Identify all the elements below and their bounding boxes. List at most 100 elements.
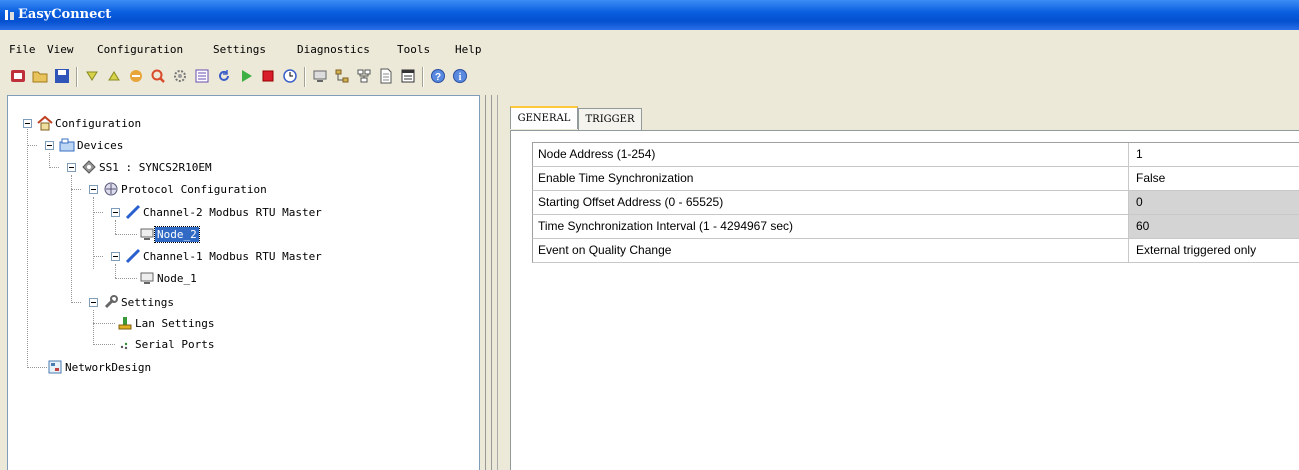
channel-icon <box>125 248 141 264</box>
property-value-cell[interactable]: 1 <box>1128 143 1299 166</box>
menu-view[interactable]: View <box>47 43 74 56</box>
collapse-toggle-channel2[interactable] <box>111 208 120 217</box>
help-icon[interactable]: ? <box>429 67 447 85</box>
search-icon[interactable] <box>149 67 167 85</box>
tree-label: Lan Settings <box>135 316 215 330</box>
pane-splitter[interactable] <box>485 95 492 470</box>
wrench-icon <box>104 295 118 309</box>
tree-connector <box>93 256 103 257</box>
refresh-icon[interactable] <box>215 67 233 85</box>
property-row: Starting Offset Address (0 - 65525) 0 <box>532 191 1299 215</box>
menu-file[interactable]: File <box>9 43 36 56</box>
property-name: Time Synchronization Interval (1 - 42949… <box>538 219 794 233</box>
tree-item-protocol-configuration[interactable]: Protocol Configuration <box>103 180 269 198</box>
tab-trigger[interactable]: TRIGGER <box>578 108 642 130</box>
monitor-icon[interactable] <box>311 67 329 85</box>
tree-connector <box>93 212 103 213</box>
property-value-cell[interactable]: False <box>1128 167 1299 190</box>
collapse-toggle-channel1[interactable] <box>111 252 120 261</box>
download-icon[interactable] <box>83 67 101 85</box>
property-value-cell[interactable]: 60 <box>1128 215 1299 238</box>
settings-gear-icon[interactable] <box>171 67 189 85</box>
tree-label: Devices <box>77 138 124 152</box>
tree-label: Node_2 <box>154 225 200 243</box>
property-row: Node Address (1-254) 1 <box>532 143 1299 167</box>
tree-item-lan-settings[interactable]: Lan Settings <box>117 314 216 332</box>
node-icon <box>140 272 154 284</box>
tree-label: Channel-1 Modbus RTU Master <box>143 249 322 263</box>
menu-diagnostics[interactable]: Diagnostics <box>297 43 370 56</box>
property-value-cell[interactable]: External triggered only <box>1128 239 1299 262</box>
menu-configuration[interactable]: Configuration <box>97 43 183 56</box>
protocol-icon <box>104 182 118 196</box>
property-value-cell[interactable]: 0 <box>1128 191 1299 214</box>
tree-item-channel-1[interactable]: Channel-1 Modbus RTU Master <box>125 247 324 265</box>
tree-item-device-ss1[interactable]: SS1 : SYNCS2R10EM <box>81 158 214 176</box>
property-name: Event on Quality Change <box>538 243 672 257</box>
menu-settings[interactable]: Settings <box>213 43 266 56</box>
report-icon[interactable] <box>399 67 417 85</box>
tree-item-network-design[interactable]: NetworkDesign <box>47 358 153 376</box>
collapse-toggle-devices[interactable] <box>45 141 54 150</box>
tree-connector <box>49 153 50 168</box>
collapse-toggle-configuration[interactable] <box>23 119 32 128</box>
about-icon[interactable]: i <box>451 67 469 85</box>
node-icon <box>140 228 154 240</box>
open-icon[interactable] <box>31 67 49 85</box>
tree-connector <box>49 167 59 168</box>
tree-connector <box>71 302 81 303</box>
tree-icon[interactable] <box>333 67 351 85</box>
tree-item-configuration[interactable]: Configuration <box>37 114 143 132</box>
app-icon <box>5 10 14 20</box>
network-design-icon <box>48 360 62 374</box>
tree-item-node-1[interactable]: Node_1 <box>139 269 199 287</box>
property-row: Time Synchronization Interval (1 - 42949… <box>532 215 1299 239</box>
list-icon[interactable] <box>193 67 211 85</box>
collapse-toggle-ss1[interactable] <box>67 163 76 172</box>
tree-connector <box>115 234 137 235</box>
connect-icon[interactable] <box>127 67 145 85</box>
tree-label: NetworkDesign <box>65 360 152 374</box>
collapse-toggle-settings[interactable] <box>89 298 98 307</box>
channel-icon <box>125 204 141 220</box>
properties-pane: GENERAL TRIGGER Node Address (1-254) 1 E… <box>497 95 1299 470</box>
serial-port-icon <box>120 342 128 350</box>
tree-item-node-2[interactable]: Node_2 <box>139 225 200 243</box>
home-icon <box>37 115 53 131</box>
property-value: 60 <box>1136 219 1150 233</box>
tree-label: Settings <box>121 295 174 309</box>
collapse-toggle-protocol[interactable] <box>89 185 98 194</box>
tree-item-serial-ports[interactable]: Serial Ports <box>117 335 216 353</box>
general-tab-panel: Node Address (1-254) 1 Enable Time Synch… <box>510 130 1299 470</box>
upload-icon[interactable] <box>105 67 123 85</box>
tree-connector <box>27 367 47 368</box>
property-value: 1 <box>1136 147 1143 161</box>
stop-icon[interactable] <box>259 67 277 85</box>
tree-label: Serial Ports <box>135 337 215 351</box>
configuration-tree: Configuration Devices SS1 : SYNCS2R10EM … <box>7 95 480 470</box>
tree-connector <box>93 344 115 345</box>
new-icon[interactable] <box>9 67 27 85</box>
tree-connector <box>115 278 137 279</box>
property-name: Starting Offset Address (0 - 65525) <box>538 195 724 209</box>
toolbar: ? i <box>0 64 1299 90</box>
network-icon[interactable] <box>355 67 373 85</box>
devices-icon <box>59 138 75 152</box>
tree-item-channel-2[interactable]: Channel-2 Modbus RTU Master <box>125 203 324 221</box>
property-row: Enable Time Synchronization False <box>532 167 1299 191</box>
menu-help[interactable]: Help <box>455 43 482 56</box>
save-icon[interactable] <box>53 67 71 85</box>
tree-connector <box>93 197 94 269</box>
tree-label: Configuration <box>55 116 142 130</box>
toolbar-separator <box>422 67 424 87</box>
tree-item-devices[interactable]: Devices <box>59 136 125 154</box>
document-icon[interactable] <box>377 67 395 85</box>
tab-general[interactable]: GENERAL <box>510 106 578 129</box>
clock-icon[interactable] <box>281 67 299 85</box>
svg-text:?: ? <box>435 72 441 83</box>
tree-label: Protocol Configuration <box>121 182 267 196</box>
run-icon[interactable] <box>237 67 255 85</box>
menu-tools[interactable]: Tools <box>397 43 430 56</box>
tree-item-settings[interactable]: Settings <box>103 293 176 311</box>
property-grid: Node Address (1-254) 1 Enable Time Synch… <box>532 142 1299 263</box>
